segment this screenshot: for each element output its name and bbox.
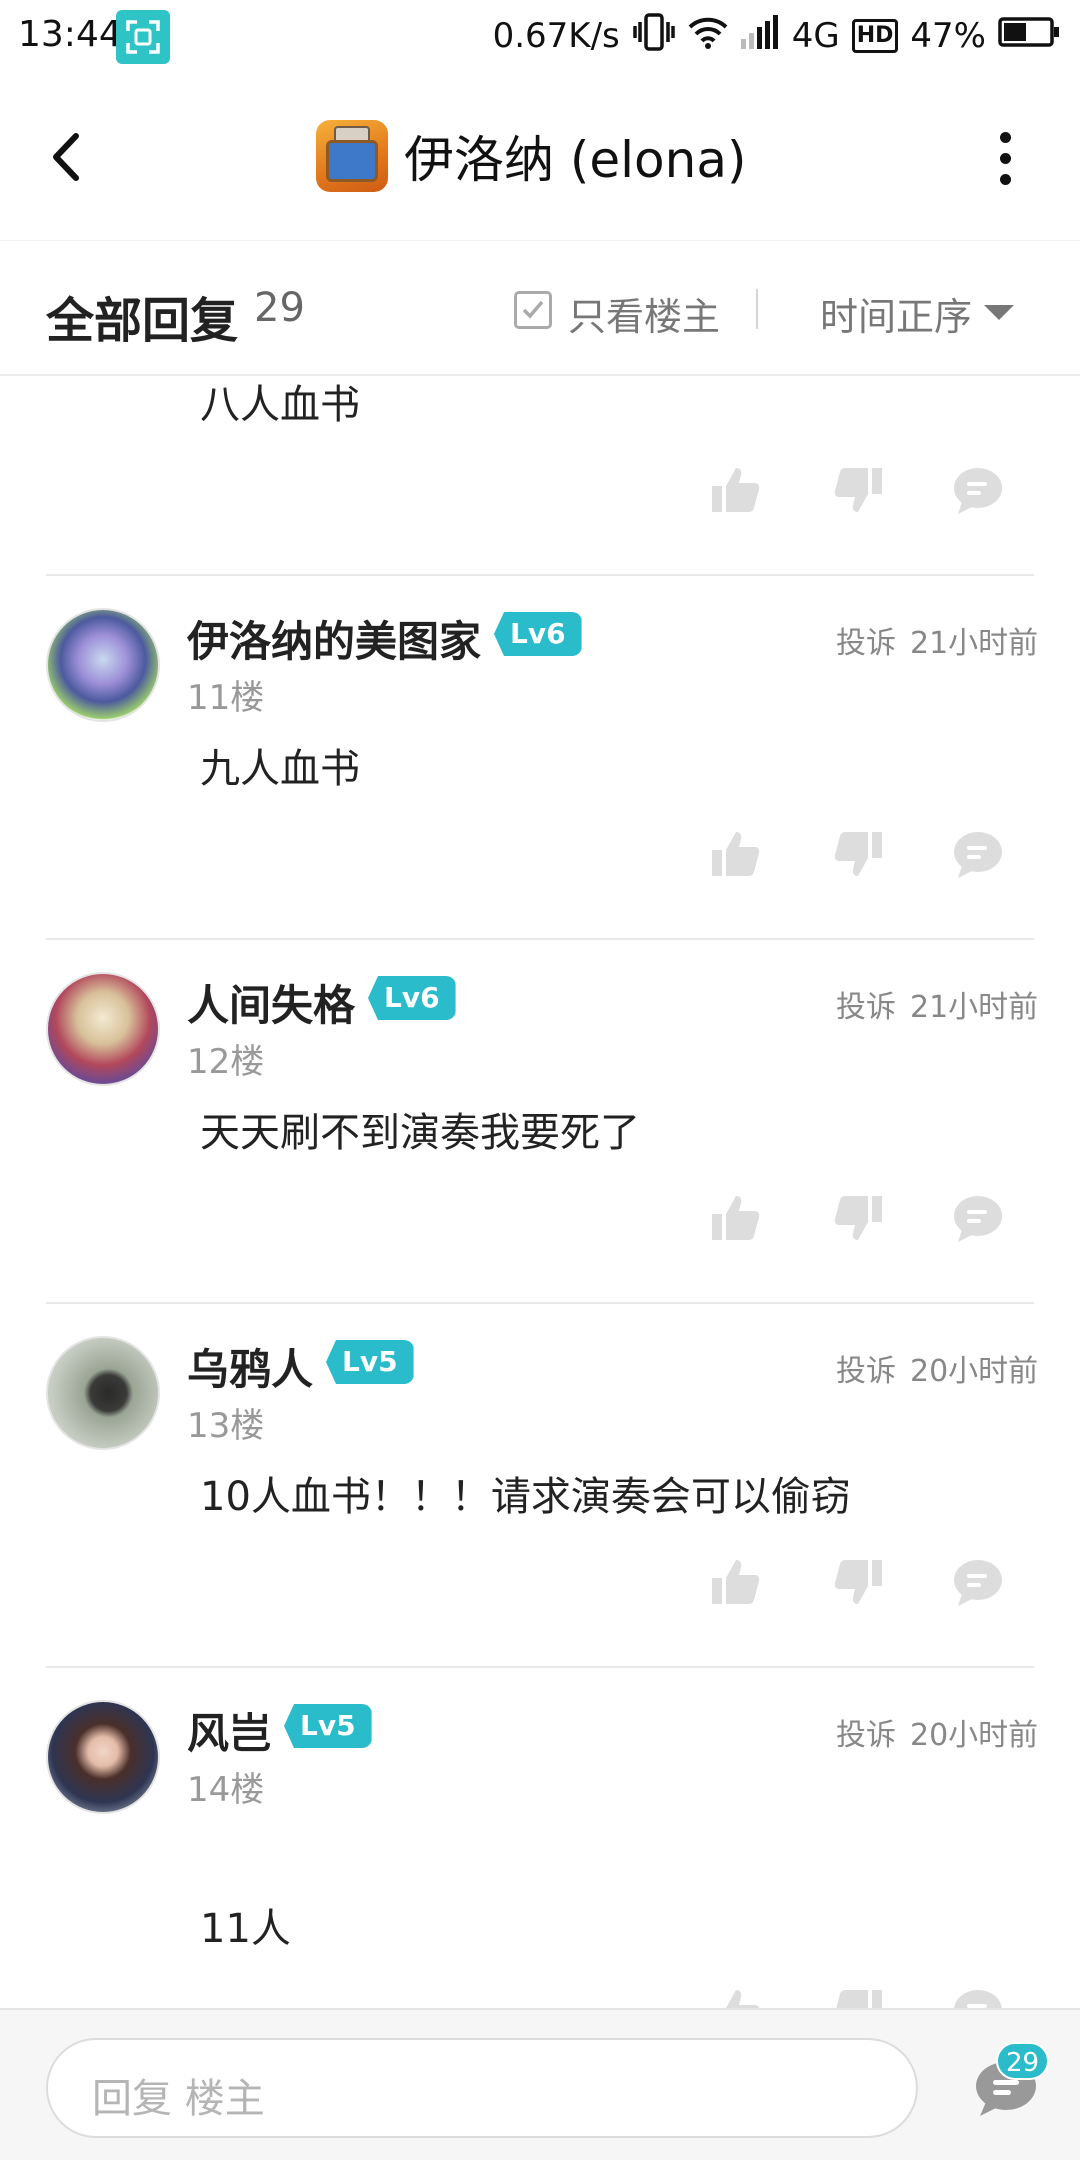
like-icon[interactable] (708, 1554, 764, 1610)
divider (756, 289, 758, 329)
battery-percent: 47% (910, 16, 986, 56)
dislike-icon[interactable] (830, 826, 886, 882)
page-title: 伊洛纳 (elona) (404, 131, 747, 189)
all-replies-title: 全部回复 (46, 293, 239, 349)
user-name[interactable]: 伊洛纳的美图家 (187, 608, 481, 669)
reply-item: 人间失格 Lv6 12楼 投诉 21小时前 天天刷不到演奏我要死了 (0, 940, 1080, 1304)
reply-item: 风岂 Lv5 14楼 投诉 20小时前 11人 (0, 1668, 1080, 2008)
reply-text: 八人血书 (200, 382, 360, 428)
user-name[interactable]: 风岂 (187, 1700, 271, 1761)
vibrate-icon (632, 12, 676, 61)
reply-item: 乌鸦人 Lv5 13楼 投诉 20小时前 10人血书！！！请求演奏会可以偷窃 (0, 1304, 1080, 1668)
reply-input[interactable]: 回复 楼主 (46, 2038, 918, 2138)
status-icons: 0.67K/s 4G HD 47% (492, 12, 1060, 61)
floor-number: 13楼 (187, 1406, 265, 1446)
avatar[interactable] (46, 1700, 160, 1814)
reply-text: 11人 (200, 1906, 291, 1952)
level-badge: Lv6 (494, 612, 582, 656)
battery-icon (998, 16, 1060, 56)
comment-icon[interactable] (950, 1190, 1006, 1246)
reply-actions (708, 462, 1008, 522)
user-name[interactable]: 乌鸦人 (187, 1336, 313, 1397)
filter-bar: 全部回复 29 只看楼主 时间正序 (0, 240, 1080, 376)
post-time: 20小时前 (910, 1718, 1039, 1753)
signal-icon (740, 14, 780, 58)
status-time: 13:44 (18, 14, 122, 55)
post-time: 20小时前 (910, 1354, 1039, 1389)
avatar[interactable] (46, 608, 160, 722)
reply-list[interactable]: 八人血书 伊洛纳的美图家 Lv6 11楼 投诉 21小时前 九人血书 人间失格 … (0, 376, 1080, 2008)
level-badge: Lv5 (326, 1340, 414, 1384)
floor-number: 12楼 (187, 1042, 265, 1082)
more-vertical-icon[interactable] (998, 132, 1012, 186)
report-link[interactable]: 投诉 (836, 1346, 896, 1390)
network-type: 4G (791, 16, 840, 56)
report-link[interactable]: 投诉 (836, 982, 896, 1026)
avatar[interactable] (46, 1336, 160, 1450)
like-icon[interactable] (708, 462, 764, 518)
post-time: 21小时前 (910, 990, 1039, 1025)
comment-icon[interactable] (950, 826, 1006, 882)
net-speed: 0.67K/s (492, 16, 620, 56)
post-time: 21小时前 (910, 626, 1039, 661)
reply-count: 29 (254, 285, 305, 331)
reply-item: 伊洛纳的美图家 Lv6 11楼 投诉 21小时前 九人血书 (0, 576, 1080, 940)
level-badge: Lv5 (284, 1704, 372, 1748)
reply-actions (708, 1984, 1008, 2008)
sort-dropdown[interactable]: 时间正序 (820, 286, 972, 341)
hd-icon: HD (851, 19, 899, 53)
comment-icon[interactable] (950, 1554, 1006, 1610)
comment-icon[interactable] (950, 1984, 1006, 2008)
screen-recorder-icon (116, 10, 170, 64)
only-owner-checkbox[interactable] (514, 291, 552, 329)
reply-text: 九人血书 (200, 746, 360, 792)
user-name[interactable]: 人间失格 (187, 972, 355, 1033)
back-button[interactable] (40, 122, 100, 192)
reply-item: 八人血书 (0, 376, 1080, 576)
dislike-icon[interactable] (830, 1554, 886, 1610)
floor-number: 14楼 (187, 1770, 265, 1810)
like-icon[interactable] (708, 1190, 764, 1246)
reply-placeholder: 回复 楼主 (92, 2076, 265, 2122)
floor-number: 11楼 (187, 678, 265, 718)
status-bar: 13:44 0.67K/s 4G HD 47% (0, 0, 1080, 72)
app-header: 伊洛纳 (elona) (0, 72, 1080, 240)
comment-count-badge: 29 (996, 2042, 1050, 2080)
reply-actions (708, 1190, 1008, 1250)
chevron-down-icon[interactable] (984, 305, 1014, 320)
comment-icon[interactable] (950, 462, 1006, 518)
dislike-icon[interactable] (830, 462, 886, 518)
reply-text: 10人血书！！！请求演奏会可以偷窃 (200, 1474, 851, 1520)
report-link[interactable]: 投诉 (836, 618, 896, 662)
level-badge: Lv6 (368, 976, 456, 1020)
only-owner-label[interactable]: 只看楼主 (568, 286, 720, 341)
game-logo (316, 120, 388, 192)
avatar[interactable] (46, 972, 160, 1086)
like-icon[interactable] (708, 826, 764, 882)
report-link[interactable]: 投诉 (836, 1710, 896, 1754)
reply-actions (708, 1554, 1008, 1614)
dislike-icon[interactable] (830, 1190, 886, 1246)
title-group: 伊洛纳 (elona) (316, 116, 746, 196)
reply-text: 天天刷不到演奏我要死了 (200, 1110, 640, 1156)
bottom-reply-bar: 回复 楼主 29 (0, 2008, 1080, 2160)
reply-actions (708, 826, 1008, 886)
like-icon[interactable] (708, 1984, 764, 2008)
dislike-icon[interactable] (830, 1984, 886, 2008)
wifi-icon (688, 15, 728, 58)
